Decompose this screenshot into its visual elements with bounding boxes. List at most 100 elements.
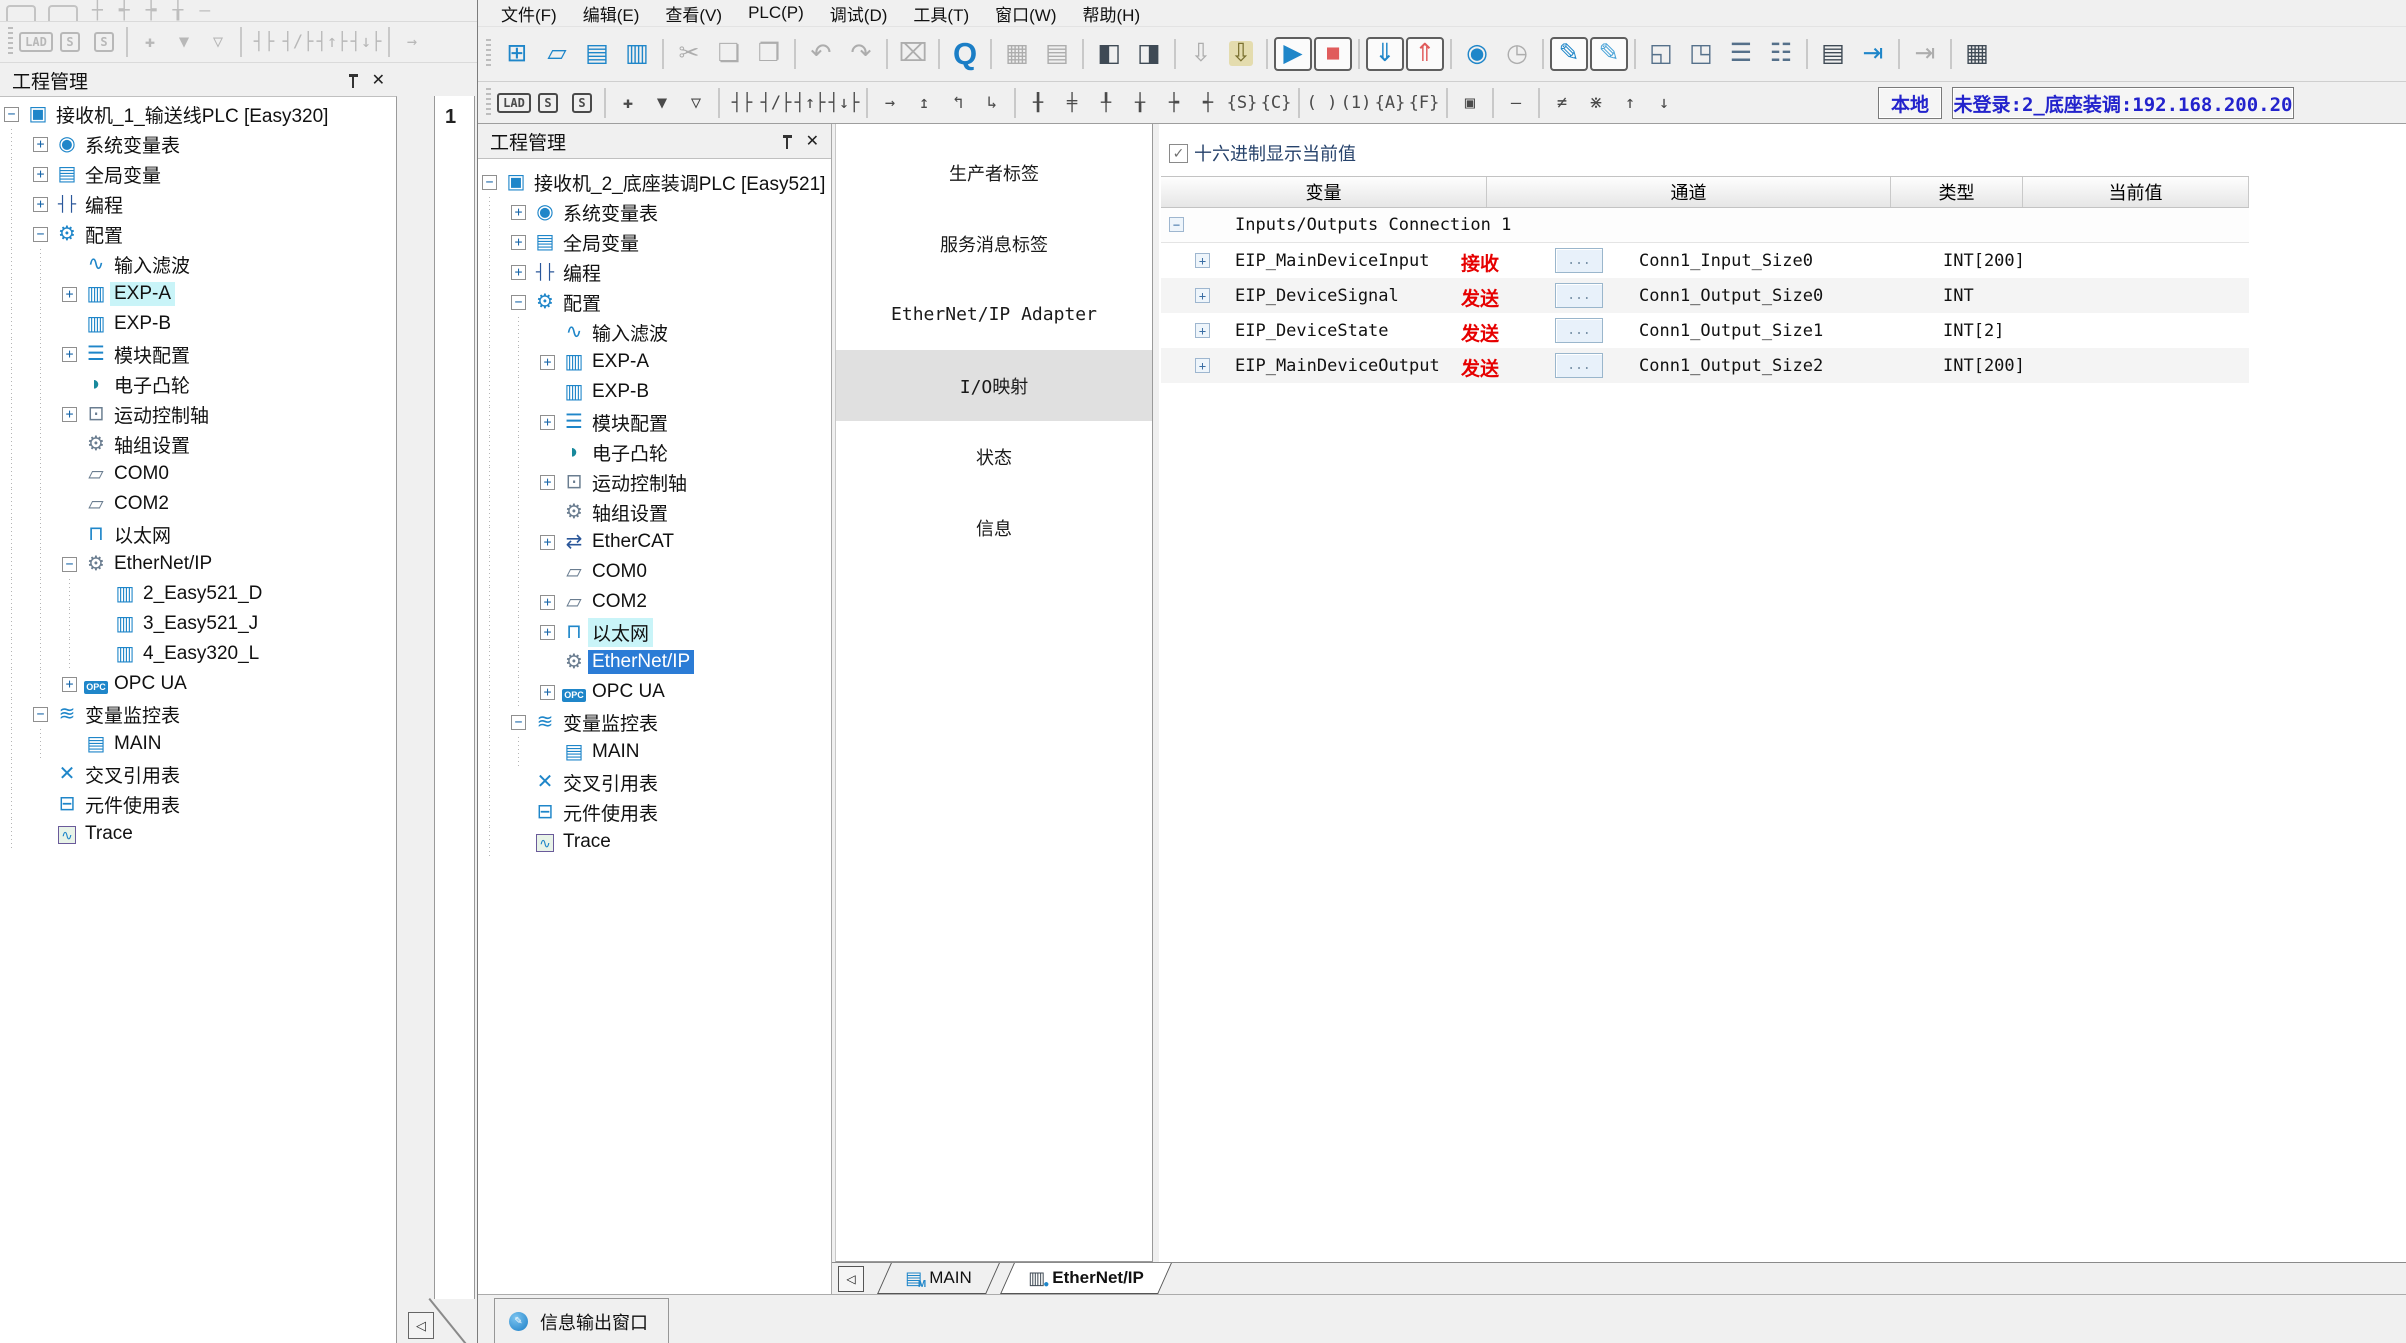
- branch-up-button[interactable]: ╀: [1089, 87, 1123, 119]
- collapse-expander-icon[interactable]: −: [4, 107, 19, 122]
- pin-icon[interactable]: [783, 134, 792, 149]
- background-tree-item[interactable]: −▣接收机_1_输送线PLC [Easy320]: [0, 99, 396, 129]
- cut-button[interactable]: ✂: [669, 32, 709, 76]
- insert-row-button[interactable]: ✚: [611, 87, 645, 119]
- delete-button[interactable]: ⌧: [893, 32, 933, 76]
- logout-button[interactable]: ⇥: [1905, 32, 1945, 76]
- h-line-button[interactable]: —: [1499, 87, 1533, 119]
- stop-button[interactable]: ■: [1313, 32, 1353, 76]
- func-f-button[interactable]: {F}: [1407, 87, 1441, 119]
- network-config-button[interactable]: ▤: [1813, 32, 1853, 76]
- monitor-button[interactable]: ◉: [1457, 32, 1497, 76]
- menu-item-help[interactable]: 帮助(H): [1070, 0, 1154, 26]
- collapse-expander-icon[interactable]: −: [511, 295, 526, 310]
- expand-expander-icon[interactable]: +: [540, 685, 555, 700]
- contact-rising-button[interactable]: ┤↑├: [793, 87, 827, 119]
- collapse-expander-icon[interactable]: −: [33, 707, 48, 722]
- expand-expander-icon[interactable]: +: [1195, 358, 1210, 373]
- background-tree-item[interactable]: ⚙轴组设置: [0, 429, 396, 459]
- find-button[interactable]: Q: [945, 32, 985, 76]
- expand-expander-icon[interactable]: +: [33, 137, 48, 152]
- background-tree-item[interactable]: +⊡运动控制轴: [0, 399, 396, 429]
- browse-button[interactable]: ...: [1555, 353, 1603, 378]
- function-block-button[interactable]: ▣: [1453, 87, 1487, 119]
- move-down-button[interactable]: ↓: [1647, 87, 1681, 119]
- branch-down-button[interactable]: ╁: [1123, 87, 1157, 119]
- coil-reset-button[interactable]: {C}: [1259, 87, 1293, 119]
- open-project-button[interactable]: ▱: [537, 32, 577, 76]
- branch-right-button[interactable]: ┾: [1157, 87, 1191, 119]
- project-tree-item[interactable]: −≋变量监控表: [478, 707, 831, 737]
- save-all-button[interactable]: ▥: [617, 32, 657, 76]
- background-tree-item[interactable]: ⊓以太网: [0, 519, 396, 549]
- sfc-step-button[interactable]: S: [531, 87, 565, 119]
- menu-item-file[interactable]: 文件(F): [488, 0, 570, 26]
- export-button[interactable]: ⇩: [1221, 32, 1261, 76]
- project-tree-item[interactable]: ◗电子凸轮: [478, 437, 831, 467]
- menu-item-window[interactable]: 窗口(W): [982, 0, 1069, 26]
- nav-item-4[interactable]: 状态: [836, 421, 1152, 492]
- line-corner-button[interactable]: ↰: [941, 87, 975, 119]
- contact-falling-button[interactable]: ┤↓├: [827, 87, 861, 119]
- output-window-tab[interactable]: ✎ 信息输出窗口: [494, 1298, 669, 1343]
- scroll-left-button[interactable]: ◁: [408, 1312, 434, 1339]
- copy-button[interactable]: ❏: [709, 32, 749, 76]
- expand-expander-icon[interactable]: +: [511, 265, 526, 280]
- expand-expander-icon[interactable]: +: [62, 407, 77, 422]
- expand-expander-icon[interactable]: +: [540, 535, 555, 550]
- project-tree-item[interactable]: +⊓以太网: [478, 617, 831, 647]
- menu-item-edit[interactable]: 编辑(E): [570, 0, 653, 26]
- local-button[interactable]: 本地: [1878, 87, 1942, 119]
- expand-expander-icon[interactable]: +: [540, 475, 555, 490]
- compile-all-button[interactable]: ◳: [1681, 32, 1721, 76]
- project-tree-item[interactable]: ✕交叉引用表: [478, 767, 831, 797]
- background-tree-item[interactable]: +☰模块配置: [0, 339, 396, 369]
- background-tree-item[interactable]: +▥EXP-A: [0, 279, 396, 309]
- nav-item-5[interactable]: 信息: [836, 492, 1152, 563]
- io-mapping-row[interactable]: +EIP_MainDeviceInput接收...Conn1_Input_Siz…: [1161, 243, 2249, 278]
- align-horizontal-button[interactable]: ☰: [1721, 32, 1761, 76]
- project-tree-item[interactable]: +▱COM2: [478, 587, 831, 617]
- coil-one-button[interactable]: (1): [1339, 87, 1373, 119]
- column-header-3[interactable]: 当前值: [2023, 177, 2249, 207]
- align-vertical-button[interactable]: ☷: [1761, 32, 1801, 76]
- expand-expander-icon[interactable]: +: [1195, 288, 1210, 303]
- menu-item-plc[interactable]: PLC(P): [735, 0, 817, 26]
- connection-status[interactable]: 未登录:2_底座装调:192.168.200.20: [1952, 87, 2294, 119]
- background-tree-item[interactable]: −⚙EtherNet/IP: [0, 549, 396, 579]
- expand-expander-icon[interactable]: +: [33, 197, 48, 212]
- menu-item-tools[interactable]: 工具(T): [900, 0, 982, 26]
- project-tree-item[interactable]: +▤全局变量: [478, 227, 831, 257]
- project-tree-item[interactable]: +⇄EtherCAT: [478, 527, 831, 557]
- lad-mode-button[interactable]: LAD: [497, 87, 531, 119]
- project-tree-item[interactable]: ∿输入滤波: [478, 317, 831, 347]
- tab-scroll-left-button[interactable]: ◁: [838, 1266, 864, 1292]
- collapse-expander-icon[interactable]: −: [33, 227, 48, 242]
- background-tree-item[interactable]: +▤全局变量: [0, 159, 396, 189]
- browse-button[interactable]: ...: [1555, 283, 1603, 308]
- background-tree-item[interactable]: ∿输入滤波: [0, 249, 396, 279]
- hex-checkbox[interactable]: ✓: [1169, 144, 1188, 163]
- close-icon[interactable]: ✕: [806, 131, 819, 151]
- branch-left-button[interactable]: ┽: [1191, 87, 1225, 119]
- nav-item-0[interactable]: 生产者标签: [836, 137, 1152, 208]
- close-icon[interactable]: ✕: [372, 70, 385, 90]
- project-tree-item[interactable]: −▣接收机_2_底座装调PLC [Easy521]: [478, 167, 831, 197]
- new-file-button[interactable]: ⊞: [497, 32, 537, 76]
- background-tree-item[interactable]: ▤MAIN: [0, 729, 396, 759]
- project-tree-item[interactable]: +⊡运动控制轴: [478, 467, 831, 497]
- io-mapping-row[interactable]: +EIP_MainDeviceOutput发送...Conn1_Output_S…: [1161, 348, 2249, 383]
- expand-expander-icon[interactable]: +: [1195, 323, 1210, 338]
- project-tree-item[interactable]: +☰模块配置: [478, 407, 831, 437]
- expand-expander-icon[interactable]: +: [62, 347, 77, 362]
- background-tree-item[interactable]: ◗电子凸轮: [0, 369, 396, 399]
- project-tree-item[interactable]: ⚙EtherNet/IP: [478, 647, 831, 677]
- background-tree-item[interactable]: ✕交叉引用表: [0, 759, 396, 789]
- project-tree-item[interactable]: +OPCOPC UA: [478, 677, 831, 707]
- write-during-run-button[interactable]: ✎: [1549, 32, 1589, 76]
- nav-item-2[interactable]: EtherNet/IP Adapter: [836, 279, 1152, 350]
- io-mapping-row[interactable]: +EIP_DeviceSignal发送...Conn1_Output_Size0…: [1161, 278, 2249, 313]
- login-button[interactable]: ⇥: [1853, 32, 1893, 76]
- expand-expander-icon[interactable]: +: [62, 677, 77, 692]
- project-tree-item[interactable]: ▥EXP-B: [478, 377, 831, 407]
